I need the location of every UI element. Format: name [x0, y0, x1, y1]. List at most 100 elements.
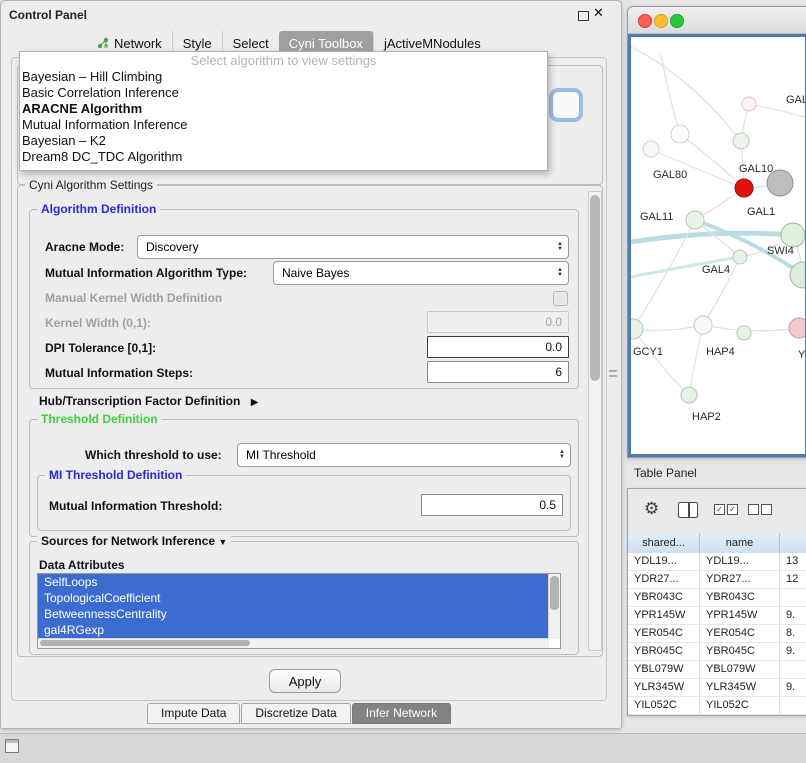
minimize-traffic-light-icon[interactable] — [654, 14, 668, 28]
aracne-mode-combo[interactable]: Discovery ▲▼ — [137, 235, 569, 259]
expander-right-icon: ▶ — [251, 397, 259, 408]
settings-scrollbar[interactable] — [588, 191, 602, 651]
dropdown-item[interactable]: Mutual Information Inference — [20, 117, 547, 133]
network-canvas[interactable]: GAL80GAL10GAL11GAL1SWI4GAL4GCY1HAP4HAP2G… — [628, 34, 806, 457]
mi-steps-input[interactable] — [427, 361, 569, 383]
network-node-label: GAL80 — [653, 169, 687, 181]
network-node[interactable] — [733, 250, 747, 264]
table-row[interactable]: YBL079W YBL079W — [628, 661, 806, 679]
mi-threshold-group-title: MI Threshold Definition — [45, 469, 186, 481]
apply-button[interactable]: Apply — [269, 669, 341, 693]
sources-title: Sources for Network Inference — [41, 534, 215, 548]
network-node[interactable] — [643, 141, 659, 157]
mi-threshold-label: Mutual Information Threshold: — [49, 498, 222, 514]
attribute-item-selected[interactable]: SelfLoops — [38, 574, 548, 590]
algorithm-definition-title: Algorithm Definition — [37, 203, 160, 215]
panel-splitter[interactable] — [609, 370, 617, 382]
minimized-panel-icon[interactable] — [5, 739, 19, 753]
window-title: Control Panel — [9, 8, 87, 22]
sources-group-header[interactable]: Sources for Network Inference ▼ — [37, 535, 231, 548]
manual-kernel-label: Manual Kernel Width Definition — [45, 290, 222, 306]
column-header[interactable] — [780, 533, 806, 553]
cyni-bottom-tabbar: Impute Data Discretize Data Infer Networ… — [147, 703, 452, 724]
network-node-label: GAL4 — [702, 264, 730, 276]
mi-type-combo[interactable]: Naive Bayes ▲▼ — [273, 261, 569, 285]
close-traffic-light-icon[interactable] — [638, 14, 652, 28]
combo-arrows-icon: ▲▼ — [557, 268, 563, 278]
attribute-list-vscroll-thumb[interactable] — [550, 576, 559, 610]
network-node-label: GAL — [786, 94, 805, 106]
table-row[interactable]: YER054C YER054C 8. — [628, 625, 806, 643]
tab-discretize-data[interactable]: Discretize Data — [241, 703, 350, 724]
gear-icon[interactable]: ⚙ — [644, 499, 659, 519]
table-row[interactable]: YBR045C YBR045C 9. — [628, 643, 806, 661]
network-edge — [633, 325, 703, 330]
network-window-titlebar[interactable] — [628, 7, 806, 34]
float-window-icon[interactable] — [578, 11, 589, 21]
column-header[interactable]: shared... — [628, 533, 700, 553]
network-node[interactable] — [671, 125, 689, 143]
dpi-tolerance-input[interactable] — [427, 336, 569, 358]
mi-threshold-input[interactable] — [421, 494, 563, 516]
hub-definition-label: Hub/Transcription Factor Definition — [39, 394, 240, 408]
zoom-traffic-light-icon[interactable] — [670, 14, 684, 28]
network-node[interactable] — [789, 318, 805, 338]
network-node-label: SWI4 — [767, 245, 794, 257]
network-node[interactable] — [681, 387, 697, 403]
network-view-window: GAL80GAL10GAL11GAL1SWI4GAL4GCY1HAP4HAP2G… — [627, 6, 806, 458]
dropdown-item[interactable]: Basic Correlation Inference — [20, 85, 547, 101]
table-row[interactable]: YPR145W YPR145W 9. — [628, 607, 806, 625]
attribute-item-selected[interactable]: BetweennessCentrality — [38, 606, 548, 622]
network-node[interactable] — [694, 316, 712, 334]
dropdown-item[interactable]: Bayesian – K2 — [20, 133, 547, 149]
close-icon[interactable]: ✕ — [593, 5, 604, 21]
table-row[interactable]: YIL052C YIL052C — [628, 697, 806, 715]
attribute-item-selected[interactable]: gal4RGexp — [38, 622, 548, 638]
network-node[interactable] — [737, 326, 751, 340]
mi-steps-label: Mutual Information Steps: — [45, 365, 193, 381]
tab-impute-data[interactable]: Impute Data — [147, 703, 240, 724]
dropdown-item-selected[interactable]: ARACNE Algorithm — [20, 101, 547, 117]
table-row[interactable]: YBR043C YBR043C — [628, 589, 806, 607]
settings-scrollbar-thumb[interactable] — [590, 195, 600, 381]
network-edge — [689, 325, 703, 395]
dropdown-item[interactable]: Dream8 DC_TDC Algorithm — [20, 149, 547, 165]
tab-infer-network[interactable]: Infer Network — [352, 703, 451, 724]
table-panel-window: ⚙ ✓✓ shared... name YDL19... YDL19... 13… — [627, 488, 806, 716]
network-node[interactable] — [631, 319, 643, 339]
network-node[interactable] — [686, 211, 704, 229]
data-attributes-list: SelfLoops TopologicalCoefficient Between… — [37, 573, 561, 649]
attribute-list-hscrollbar[interactable] — [38, 638, 549, 648]
network-tab-icon — [97, 37, 109, 49]
attribute-item-selected[interactable]: TopologicalCoefficient — [38, 590, 548, 606]
which-threshold-label: Which threshold to use: — [85, 447, 222, 463]
kernel-width-label: Kernel Width (0,1): — [45, 315, 151, 331]
network-node[interactable] — [735, 179, 753, 197]
which-threshold-combo[interactable]: MI Threshold ▲▼ — [237, 443, 571, 467]
data-attributes-label: Data Attributes — [39, 557, 125, 573]
table-row[interactable]: YDL19... YDL19... 13 — [628, 553, 806, 571]
columns-icon[interactable] — [678, 502, 698, 518]
threshold-definition-title: Threshold Definition — [37, 413, 162, 425]
manual-kernel-checkbox[interactable] — [553, 291, 568, 306]
column-header[interactable]: name — [700, 533, 780, 553]
network-graph[interactable]: GAL80GAL10GAL11GAL1SWI4GAL4GCY1HAP4HAP2G… — [631, 37, 805, 457]
kernel-width-input[interactable] — [427, 311, 569, 333]
attribute-list-hscroll-thumb[interactable] — [40, 640, 250, 646]
settings-group-title: Cyni Algorithm Settings — [25, 179, 157, 191]
attribute-list-vscrollbar[interactable] — [548, 574, 560, 639]
combo-arrows-icon: ▲▼ — [557, 242, 563, 252]
hub-definition-expander[interactable]: Hub/Transcription Factor Definition ▶ — [39, 393, 258, 411]
table-row[interactable]: YLR345W YLR345W 9. — [628, 679, 806, 697]
network-node[interactable] — [742, 97, 756, 111]
network-node-label: GAL11 — [640, 211, 673, 223]
algorithm-settings-button[interactable] — [552, 91, 580, 119]
dropdown-item[interactable]: Bayesian – Hill Climbing — [20, 69, 547, 85]
network-node[interactable] — [733, 133, 749, 149]
table-row[interactable]: YDR27... YDR27... 12 — [628, 571, 806, 589]
network-node[interactable] — [781, 223, 805, 247]
select-columns-icon[interactable]: ✓✓ — [714, 504, 738, 515]
aracne-mode-value: Discovery — [146, 240, 199, 254]
deselect-columns-icon[interactable] — [748, 504, 772, 515]
network-edge — [631, 233, 793, 242]
